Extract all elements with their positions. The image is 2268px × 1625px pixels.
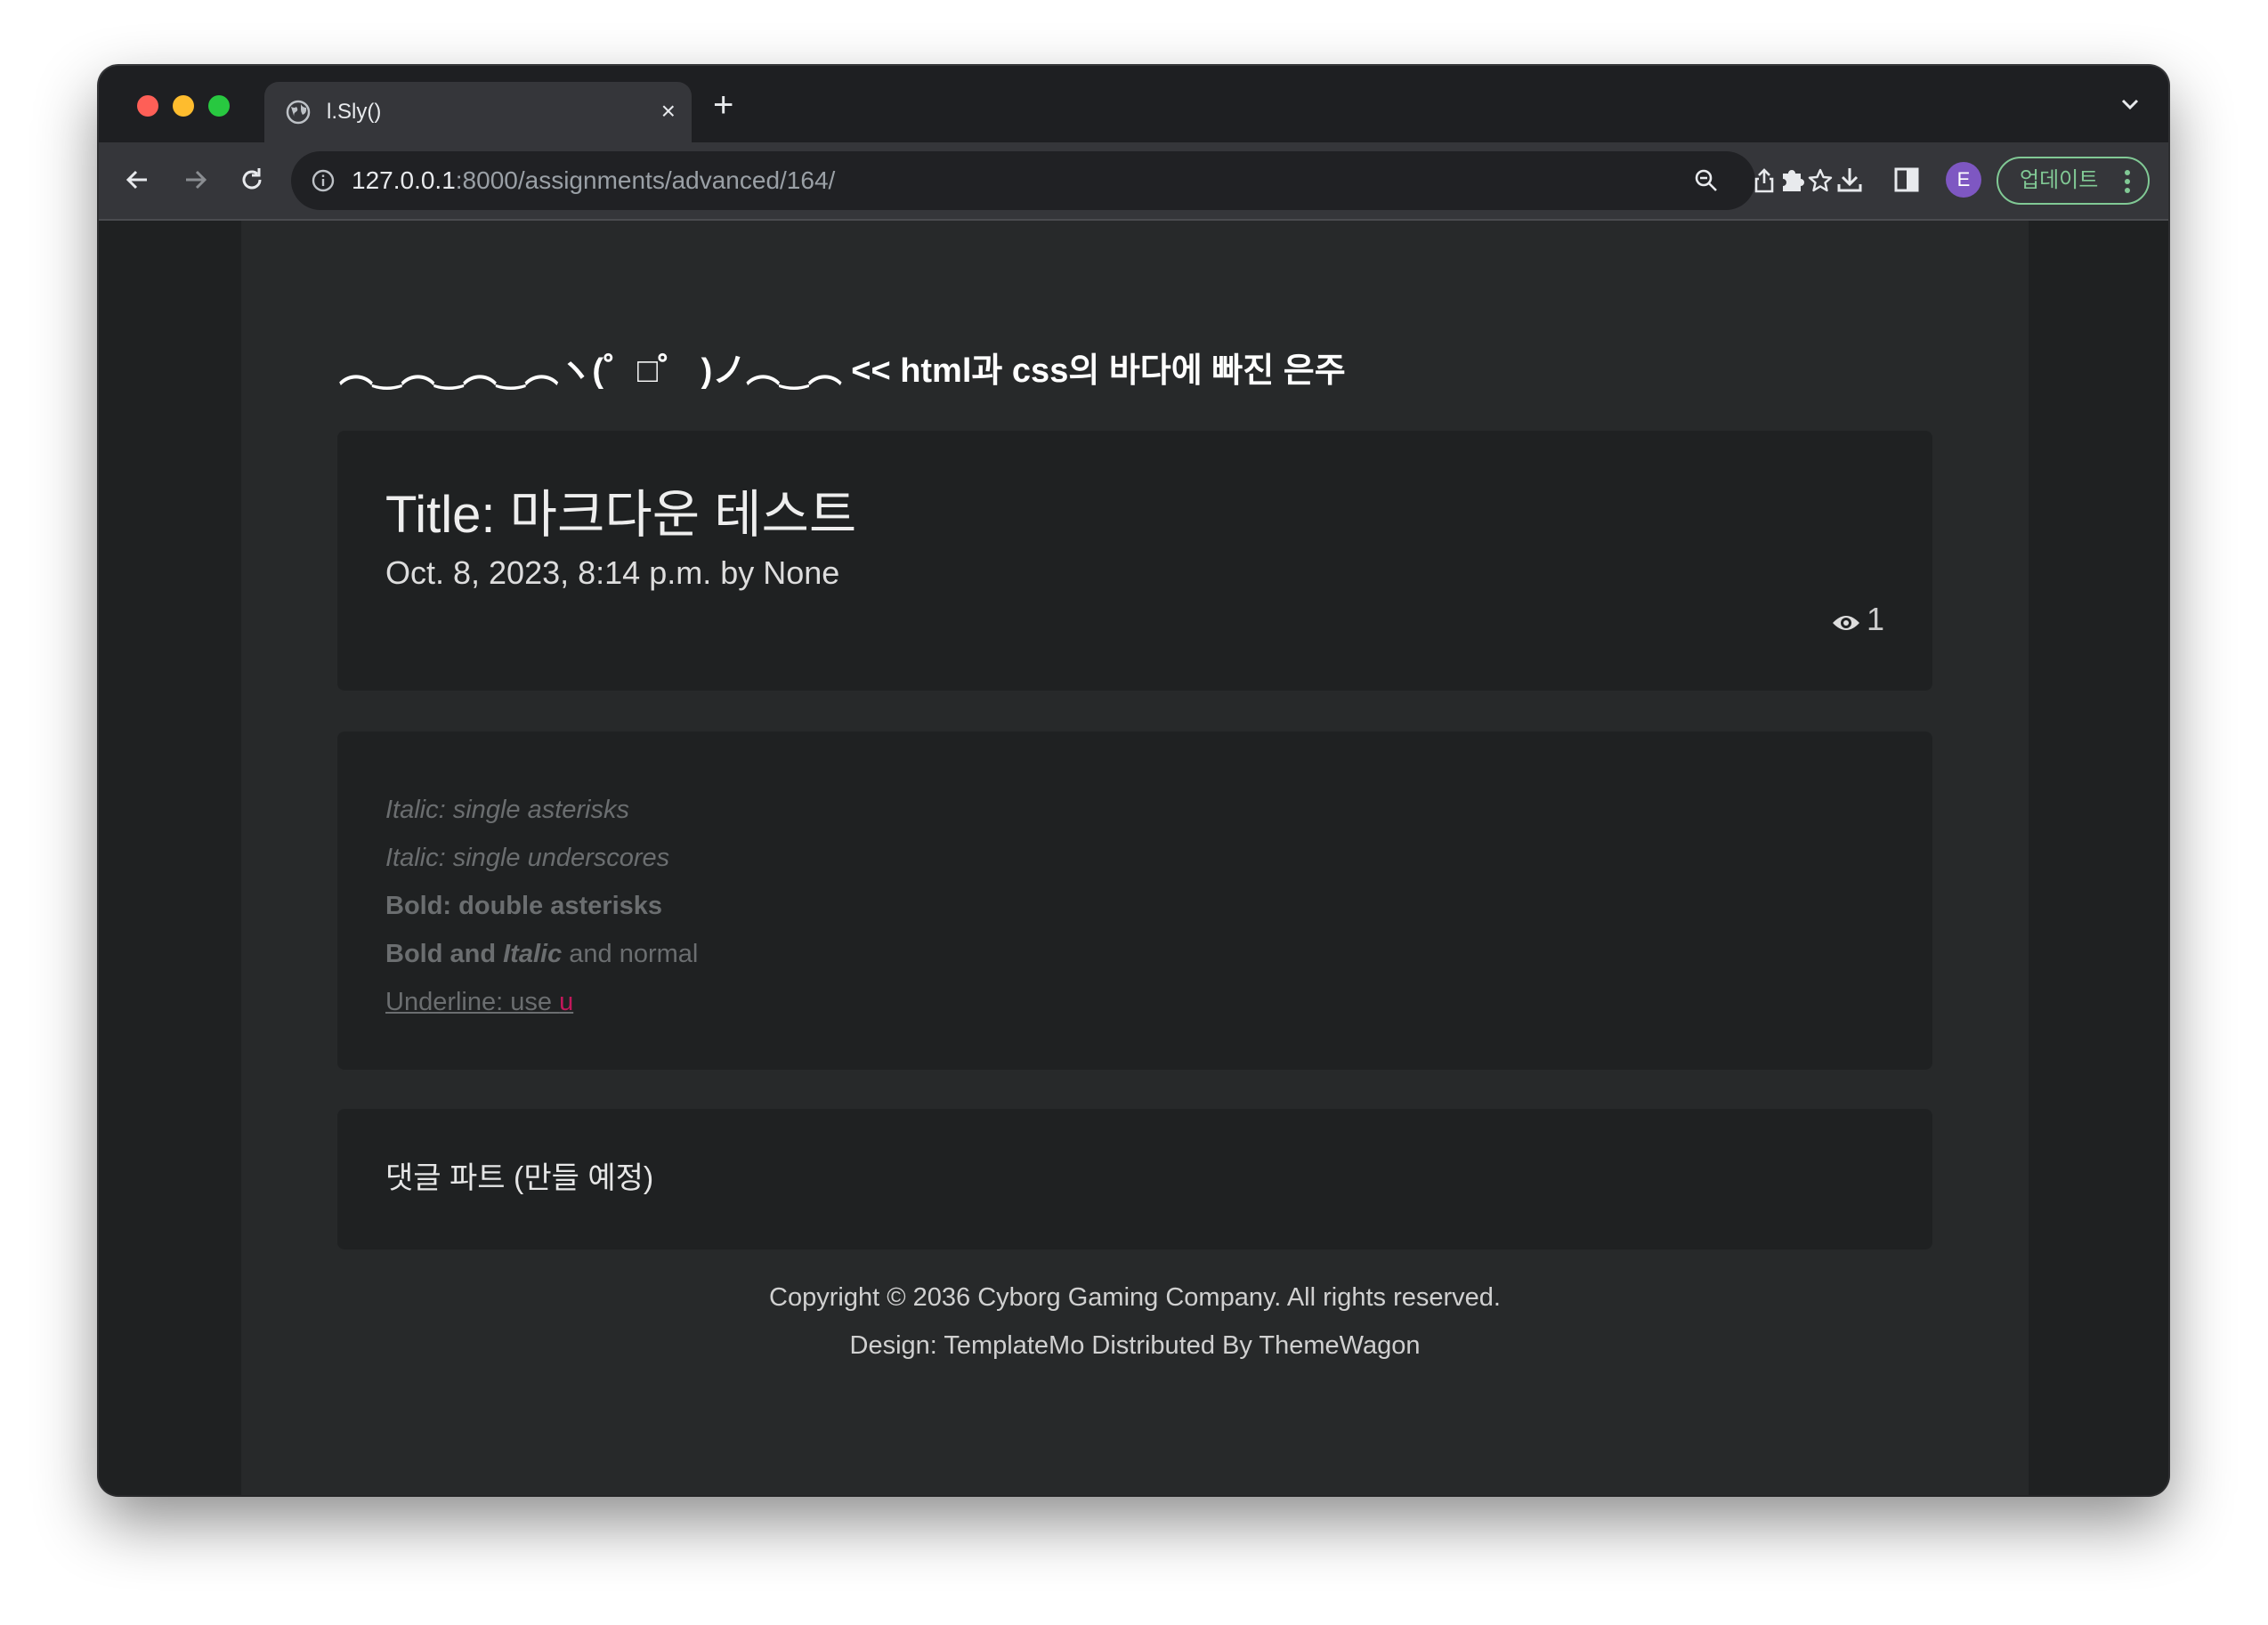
footer-design-credit: Design: TemplateMo Distributed By ThemeW…: [849, 1331, 1421, 1360]
page-container: ︵‿︵‿︵‿︵ヽ(゜□゜ )ノ︵‿︵ << html과 css의 바다에 빠진 …: [241, 221, 2029, 1495]
minimize-window-button[interactable]: [173, 95, 194, 117]
zoom-out-icon[interactable]: [1693, 167, 1720, 194]
side-panel-icon[interactable]: [1891, 165, 1922, 195]
url-text[interactable]: 127.0.0.1:8000/assignments/advanced/164/: [352, 166, 835, 195]
download-icon[interactable]: [1835, 165, 1865, 195]
post-title: Title: 마크다운 테스트: [385, 486, 857, 544]
eye-icon: [1832, 616, 1859, 630]
view-count-value: 1: [1866, 601, 1884, 637]
forward-arrow-icon[interactable]: [179, 164, 211, 196]
view-count: 1: [1831, 600, 1884, 639]
post-body-card: Italic: single asterisks Italic: single …: [337, 732, 1932, 1070]
comments-card: 댓글 파트 (만들 예정): [337, 1109, 1932, 1249]
maximize-window-button[interactable]: [208, 95, 230, 117]
update-button-label: 업데이트: [2020, 168, 2099, 192]
post-header-card: Title: 마크다운 테스트 Oct. 8, 2023, 8:14 p.m. …: [337, 431, 1932, 691]
extensions-icon[interactable]: [1778, 165, 1808, 195]
post-meta: Oct. 8, 2023, 8:14 p.m. by None: [385, 554, 840, 591]
bold-italic-line: Bold and Italic and normal: [385, 940, 699, 968]
chevron-down-icon[interactable]: [2118, 93, 2142, 116]
info-icon[interactable]: [311, 168, 336, 193]
browser-window: l.Sly() × + 127.0.0.1:8000/assignments/a…: [99, 66, 2168, 1495]
toolbar: 127.0.0.1:8000/assignments/advanced/164/: [99, 142, 2168, 221]
bold-line: Bold: double asterisks: [385, 892, 663, 920]
italic-underscores-line: Italic: single underscores: [385, 844, 670, 872]
close-window-button[interactable]: [137, 95, 158, 117]
underline-line: Underline: use u: [385, 988, 574, 1016]
comments-placeholder: 댓글 파트 (만들 예정): [385, 1161, 654, 1195]
tab-active[interactable]: l.Sly() ×: [264, 82, 692, 142]
close-tab-icon[interactable]: ×: [661, 96, 676, 126]
page-heading: ︵‿︵‿︵‿︵ヽ(゜□゜ )ノ︵‿︵ << html과 css의 바다에 빠진 …: [339, 352, 1346, 390]
tab-strip: l.Sly() × +: [99, 66, 2168, 142]
share-icon[interactable]: [1751, 167, 1778, 194]
italic-asterisks-line: Italic: single asterisks: [385, 796, 629, 824]
page-viewport: ︵‿︵‿︵‿︵ヽ(゜□゜ )ノ︵‿︵ << html과 css의 바다에 빠진 …: [99, 221, 2168, 1495]
more-menu-icon[interactable]: [2125, 169, 2130, 194]
footer-copyright: Copyright © 2036 Cyborg Gaming Company. …: [769, 1283, 1501, 1312]
star-icon[interactable]: [1807, 167, 1834, 194]
address-bar[interactable]: 127.0.0.1:8000/assignments/advanced/164/: [291, 151, 1833, 210]
reload-icon[interactable]: [236, 164, 268, 196]
tab-title: l.Sly(): [327, 100, 382, 124]
update-button[interactable]: 업데이트: [1997, 157, 2150, 205]
new-tab-button[interactable]: +: [713, 87, 733, 123]
globe-icon: [286, 100, 311, 125]
back-arrow-icon[interactable]: [122, 164, 154, 196]
profile-avatar[interactable]: E: [1946, 162, 1981, 198]
